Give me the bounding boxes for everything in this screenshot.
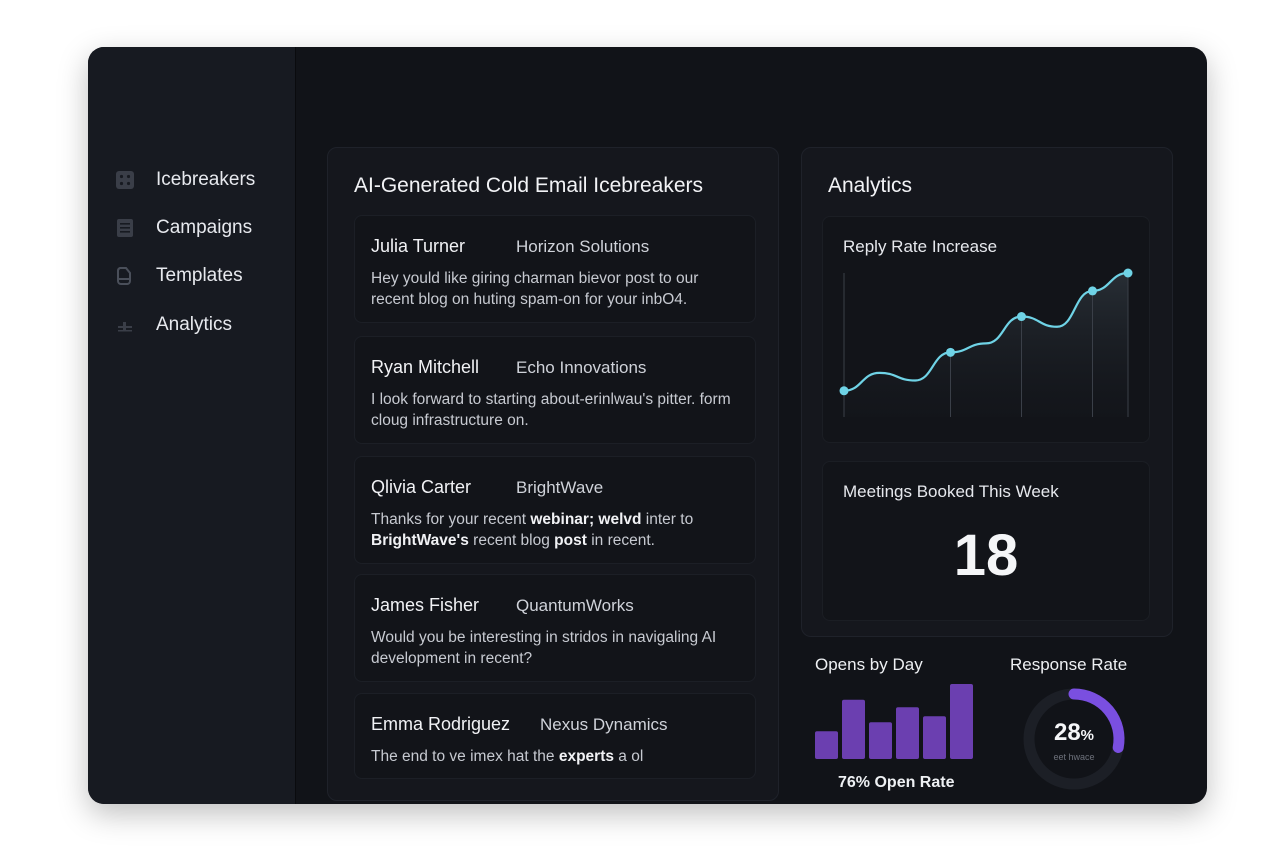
sidebar-item-label: Icebreakers (156, 169, 256, 190)
bar (842, 699, 865, 759)
sidebar: Icebreakers Campaigns Templates Analytic… (88, 47, 296, 804)
sidebar-item-label: Analytics (156, 314, 233, 335)
data-point (1123, 268, 1133, 278)
contact-name: Qlivia Carter (371, 477, 472, 497)
bar (896, 707, 919, 759)
meetings-card: Meetings Booked This Week 18 (822, 461, 1150, 621)
bar (923, 716, 946, 759)
analytics-panel: Analytics Reply Rate Increase Meetings B… (801, 147, 1173, 637)
icebreaker-card[interactable]: Emma Rodriguez Nexus Dynamics The end to… (354, 693, 756, 779)
panel-title: Analytics (828, 174, 913, 197)
contact-company: Echo Innovations (516, 358, 647, 377)
response-rate-title: Response Rate (1010, 655, 1128, 674)
sidebar-item-analytics[interactable]: Analytics (115, 314, 232, 336)
data-point (946, 347, 955, 357)
bar (950, 684, 973, 759)
contact-company: Nexus Dynamics (540, 715, 668, 734)
app-window: Icebreakers Campaigns Templates Analytic… (88, 47, 1207, 804)
icebreaker-text: I look forward to starting about-erinlwa… (371, 391, 731, 429)
icebreaker-text: Hey yould like giring charman bievor pos… (371, 270, 699, 308)
icebreaker-text: Would you be interesting in stridos in n… (371, 629, 717, 667)
contact-name: James Fisher (371, 595, 480, 615)
icebreakers-panel: AI-Generated Cold Email Icebreakers Juli… (327, 147, 779, 801)
response-rate-gauge: 28% eet hwace (1020, 685, 1128, 793)
reply-rate-chart (839, 268, 1133, 417)
data-point (1017, 312, 1026, 322)
response-rate-value: 28% (1053, 719, 1095, 746)
panel-title: AI-Generated Cold Email Icebreakers (354, 174, 703, 197)
contact-name: Julia Turner (371, 236, 466, 256)
contact-company: BrightWave (516, 478, 604, 497)
grid-icon (115, 170, 135, 190)
bar (815, 731, 838, 759)
icebreaker-card[interactable]: Julia Turner Horizon Solutions Hey yould… (354, 215, 756, 323)
sidebar-item-label: Campaigns (156, 217, 253, 238)
reply-rate-card: Reply Rate Increase (822, 216, 1150, 443)
contact-company: Horizon Solutions (516, 237, 650, 256)
icebreaker-card[interactable]: James Fisher QuantumWorks Would you be i… (354, 574, 756, 682)
icebreaker-card[interactable]: Qlivia Carter BrightWave Thanks for your… (354, 456, 756, 564)
template-icon (115, 266, 135, 286)
open-rate-label: 76% Open Rate (838, 774, 955, 791)
icebreaker-card[interactable]: Ryan Mitchell Echo Innovations I look fo… (354, 336, 756, 444)
sidebar-item-label: Templates (156, 265, 243, 286)
icebreaker-text: Thanks for your recent webinar; welvd in… (371, 511, 694, 549)
bar-chart-icon (115, 315, 135, 335)
sidebar-item-templates[interactable]: Templates (115, 265, 243, 287)
meetings-value: 18 (953, 523, 1019, 588)
meetings-title: Meetings Booked This Week (843, 482, 1059, 501)
data-point (839, 386, 849, 396)
response-rate-subtext: eet hwace (1053, 752, 1095, 762)
bar (869, 722, 892, 759)
opens-by-day-title: Opens by Day (815, 655, 923, 674)
sidebar-item-icebreakers[interactable]: Icebreakers (115, 169, 255, 191)
opens-by-day-chart (815, 684, 973, 759)
contact-name: Emma Rodriguez (371, 714, 511, 734)
list-icon (115, 218, 135, 238)
data-point (1088, 286, 1097, 296)
icebreaker-text: The end to ve imex hat the experts a ol (371, 748, 644, 765)
contact-company: QuantumWorks (516, 596, 634, 615)
contact-name: Ryan Mitchell (371, 357, 480, 377)
sidebar-item-campaigns[interactable]: Campaigns (115, 217, 252, 239)
